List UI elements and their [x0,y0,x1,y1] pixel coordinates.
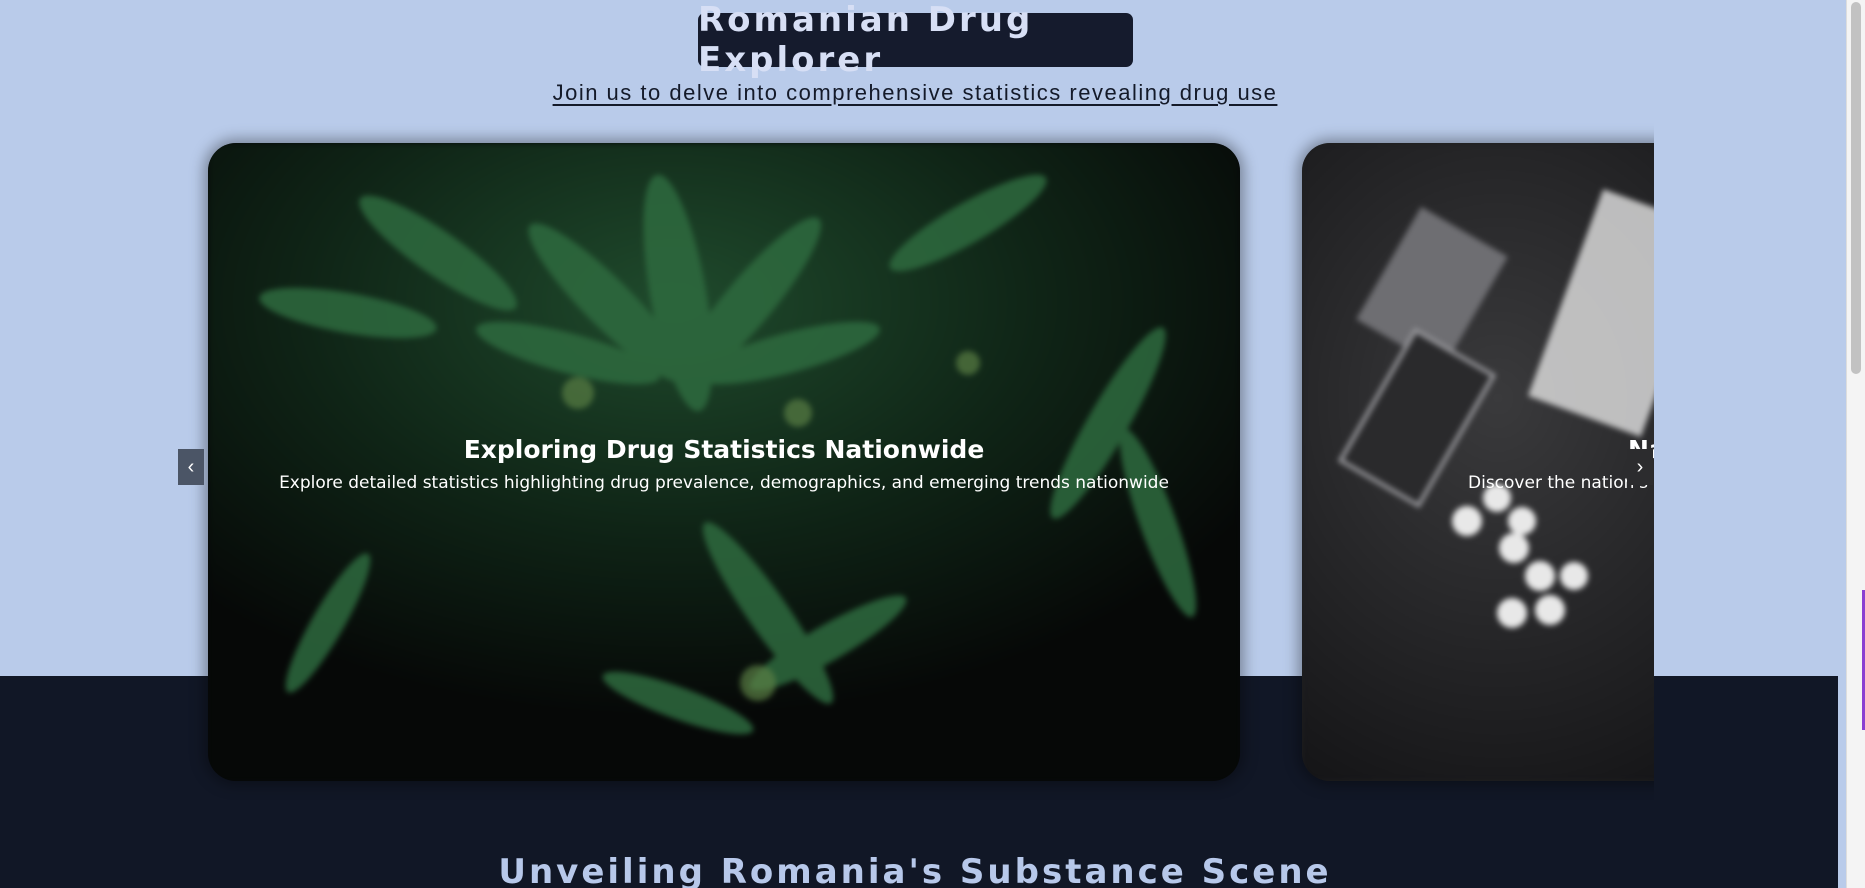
chevron-left-icon: ‹ [187,455,195,478]
carousel-slide-2[interactable]: Na Discover the nation's su [1302,143,1654,781]
site-title: Romanian Drug Explorer [698,0,1133,80]
scrollbar-thumb[interactable] [1851,2,1861,374]
carousel-slide-1[interactable]: Exploring Drug Statistics Nationwide Exp… [208,143,1240,781]
site-subtitle-link[interactable]: Join us to delve into comprehensive stat… [0,80,1830,106]
page-scrollbar[interactable] [1846,0,1865,888]
section-heading: Unveiling Romania's Substance Scene [498,852,1332,888]
carousel: Exploring Drug Statistics Nationwide Exp… [178,120,1654,800]
slide-1-description: Explore detailed statistics highlighting… [279,473,1169,493]
carousel-prev-button[interactable]: ‹ [178,449,204,485]
carousel-next-button[interactable]: › [1627,449,1653,485]
slide-1-caption: Exploring Drug Statistics Nationwide Exp… [208,435,1240,493]
slide-1-title: Exploring Drug Statistics Nationwide [463,435,985,464]
chevron-right-icon: › [1636,455,1644,478]
